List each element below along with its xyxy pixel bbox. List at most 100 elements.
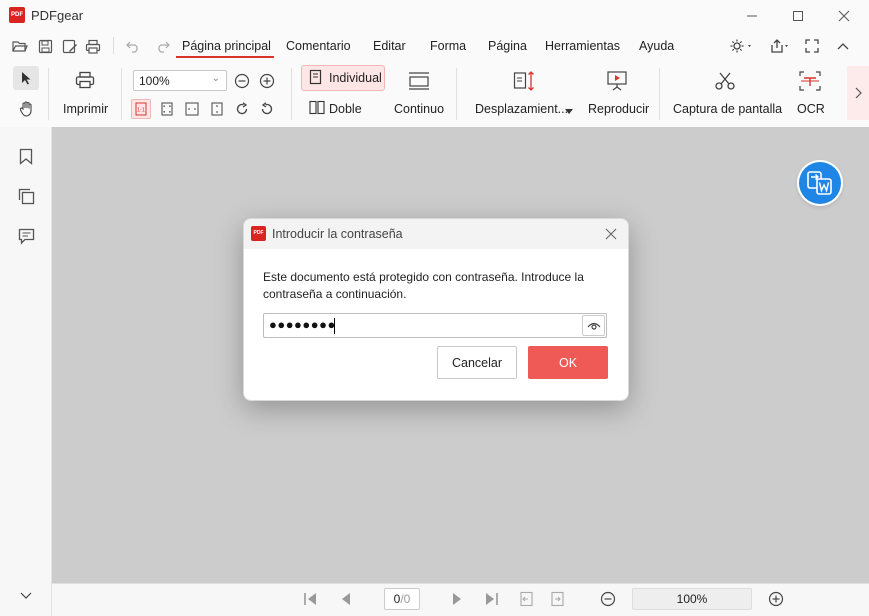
show-password-button[interactable] — [582, 315, 605, 336]
comments-button[interactable] — [17, 227, 35, 245]
presentation-icon — [606, 70, 628, 92]
dialog-title: Introducir la contraseña — [272, 227, 403, 241]
word-convert-icon — [807, 171, 832, 195]
scroll-mode-icon — [513, 70, 537, 92]
dialog-close-button[interactable] — [602, 225, 620, 243]
print-button[interactable]: Imprimir — [63, 102, 108, 116]
collapse-ribbon-button[interactable] — [834, 37, 852, 55]
edit-save-icon — [62, 39, 77, 53]
last-page-icon — [486, 593, 498, 605]
cancel-button[interactable]: Cancelar — [437, 346, 517, 379]
fit-width-button[interactable] — [182, 99, 202, 119]
fit-page-button[interactable] — [157, 99, 177, 119]
bookmark-icon — [19, 148, 33, 165]
menu-page[interactable]: Página — [488, 39, 527, 53]
continuous-view-button[interactable]: Continuo — [394, 102, 444, 116]
text-caret — [334, 318, 335, 334]
zoom-select[interactable]: 100% ⌄ — [133, 70, 227, 91]
fit-page-icon — [161, 102, 173, 116]
divider — [113, 37, 114, 54]
undo-button[interactable] — [124, 37, 142, 55]
printer-icon — [75, 71, 95, 89]
total-pages: /0 — [400, 592, 411, 606]
first-page-button[interactable] — [300, 589, 320, 609]
hand-icon — [19, 100, 32, 117]
convert-to-word-button[interactable] — [799, 162, 841, 204]
close-icon — [838, 10, 850, 21]
hand-tool-button[interactable] — [17, 98, 37, 118]
next-view-button[interactable] — [548, 589, 568, 609]
divider — [121, 68, 122, 120]
select-tool-button[interactable] — [13, 66, 39, 90]
continuous-icon — [407, 70, 431, 92]
password-dialog: PDF Introducir la contraseña Este docume… — [243, 218, 629, 401]
close-icon — [605, 228, 617, 240]
previous-page-button[interactable] — [335, 589, 355, 609]
status-zoom-out-button[interactable] — [598, 589, 618, 609]
save-icon — [38, 39, 52, 53]
previous-view-button[interactable] — [516, 589, 536, 609]
menu-help[interactable]: Ayuda — [639, 39, 674, 53]
ok-button[interactable]: OK — [528, 346, 608, 379]
menu-tools[interactable]: Herramientas — [545, 39, 620, 53]
status-zoom-in-button[interactable] — [766, 589, 786, 609]
maximize-button[interactable] — [775, 0, 821, 31]
print-icon-wrap[interactable] — [74, 70, 96, 90]
theme-button[interactable] — [728, 37, 756, 55]
status-zoom-field[interactable]: 100% — [632, 588, 752, 610]
folder-open-icon — [12, 41, 28, 52]
ocr-button[interactable]: OCR — [797, 102, 825, 116]
first-page-icon — [304, 593, 316, 605]
divider — [291, 68, 292, 120]
save-button[interactable] — [36, 37, 54, 55]
actual-size-button[interactable]: 1:1 — [131, 99, 151, 119]
divider — [48, 68, 49, 120]
close-window-button[interactable] — [821, 0, 867, 31]
zoom-in-icon — [768, 591, 784, 607]
password-input[interactable]: ●●●●●●●● — [263, 313, 607, 338]
dialog-message: Este documento está protegido con contra… — [263, 270, 584, 301]
thumbnails-button[interactable] — [17, 187, 35, 205]
minimize-icon — [747, 15, 757, 16]
screenshot-button[interactable]: Captura de pantalla — [673, 102, 782, 116]
app-title: PDFgear — [31, 8, 84, 23]
minimize-button[interactable] — [729, 0, 775, 31]
ribbon-scroll-right-button[interactable] — [847, 66, 869, 120]
zoom-in-button[interactable] — [257, 71, 277, 91]
menu-home[interactable]: Página principal — [182, 39, 271, 53]
sun-icon — [730, 39, 751, 53]
eye-icon — [587, 322, 600, 330]
two-page-view-button[interactable]: Doble — [329, 102, 362, 116]
share-button[interactable] — [770, 37, 792, 55]
menu-edit[interactable]: Editar — [373, 39, 406, 53]
play-button[interactable]: Reproducir — [588, 102, 649, 116]
rotate-right-button[interactable] — [232, 99, 252, 119]
zoom-out-button[interactable] — [232, 71, 252, 91]
next-page-button[interactable] — [448, 589, 468, 609]
rotate-right-icon — [236, 102, 248, 115]
fit-height-button[interactable] — [207, 99, 227, 119]
save-as-button[interactable] — [61, 37, 79, 55]
redo-icon — [158, 41, 170, 53]
next-page-icon — [453, 593, 461, 605]
single-page-label: Individual — [329, 71, 382, 85]
menu-form[interactable]: Forma — [430, 39, 466, 53]
bookmarks-button[interactable] — [17, 147, 35, 165]
password-value: ●●●●●●●● — [269, 317, 336, 332]
open-file-button[interactable] — [11, 37, 29, 55]
zoom-value: 100% — [139, 74, 170, 88]
app-logo: PDF — [9, 7, 25, 23]
fullscreen-button[interactable] — [803, 37, 821, 55]
redo-button[interactable] — [154, 37, 172, 55]
last-page-button[interactable] — [482, 589, 502, 609]
menu-comment[interactable]: Comentario — [286, 39, 351, 53]
chevron-down-icon — [20, 592, 32, 599]
quick-print-button[interactable] — [84, 37, 102, 55]
sidebar-expand-button[interactable] — [17, 588, 35, 604]
rotate-left-button[interactable] — [257, 99, 277, 119]
chevron-up-icon — [837, 43, 849, 50]
page-number-display[interactable]: 0/0 — [384, 588, 420, 610]
cursor-arrow-icon — [22, 72, 31, 85]
active-tab-indicator — [176, 56, 274, 58]
scroll-mode-button[interactable]: Desplazamient... — [475, 102, 568, 116]
